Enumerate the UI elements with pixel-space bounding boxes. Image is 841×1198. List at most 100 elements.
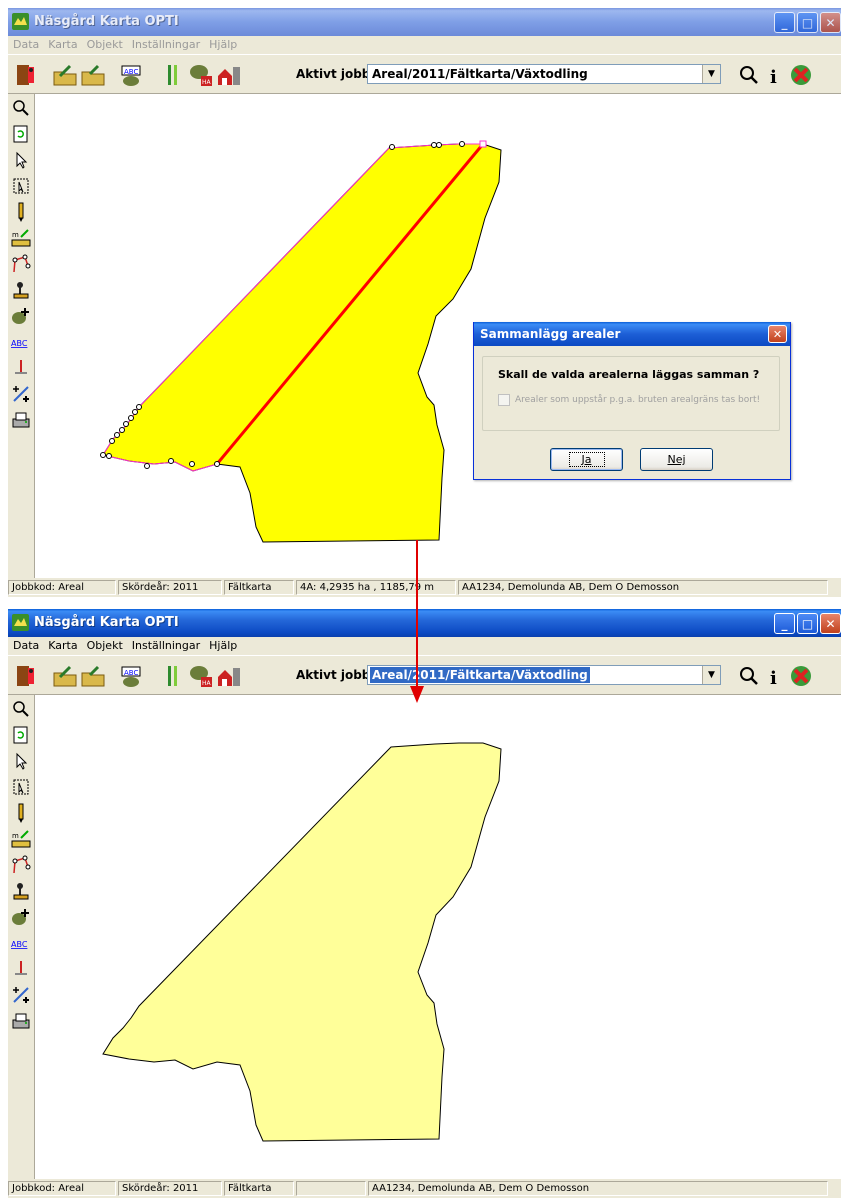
abc-text-icon[interactable]: ABC <box>11 332 31 352</box>
field-area-merged[interactable] <box>102 742 502 1142</box>
checkbox-label: Arealer som uppstår p.g.a. bruten arealg… <box>515 395 761 405</box>
export-icon[interactable] <box>80 62 106 88</box>
window-title: Näsgård Karta OPTI <box>34 14 179 29</box>
svg-text:m: m <box>12 231 19 239</box>
field-area-selected[interactable] <box>102 143 502 543</box>
info-icon[interactable]: i <box>762 62 788 88</box>
crop-icon[interactable] <box>160 663 186 689</box>
split-add-icon[interactable] <box>11 985 31 1005</box>
exit-icon[interactable] <box>14 62 40 88</box>
dialog-title-bar[interactable]: Sammanlägg arealer ✕ <box>474 322 790 346</box>
dropdown-arrow-icon[interactable]: ▼ <box>702 65 720 83</box>
end-vertex-marker[interactable] <box>479 140 487 148</box>
close-icon[interactable]: ✕ <box>820 613 841 634</box>
checkbox-icon[interactable] <box>498 394 510 406</box>
status-jobcode: Jobbkod: Areal <box>8 580 116 595</box>
app-window-after: Näsgård Karta OPTI _ □ ✕ Data Karta Objekt… <box>8 609 841 1198</box>
active-job-value: Areal/2011/Fältkarta/Växtodling <box>370 667 590 683</box>
joystick-icon[interactable] <box>11 280 31 300</box>
area-ha-icon[interactable]: HA <box>188 62 214 88</box>
pointer-icon[interactable] <box>11 751 31 771</box>
measure-icon[interactable]: m <box>11 228 31 248</box>
import-icon[interactable] <box>52 663 78 689</box>
close-icon[interactable]: ✕ <box>820 12 841 33</box>
joystick-icon[interactable] <box>11 881 31 901</box>
split-add-icon[interactable] <box>11 384 31 404</box>
exit-icon[interactable] <box>14 663 40 689</box>
dialog-close-icon[interactable]: ✕ <box>768 325 787 343</box>
area-ha-icon[interactable]: HA <box>188 663 214 689</box>
minimize-icon[interactable]: _ <box>774 613 795 634</box>
no-button-label: Nej <box>667 453 686 466</box>
no-button[interactable]: Nej <box>640 448 713 471</box>
search-icon[interactable] <box>736 663 762 689</box>
title-bar[interactable]: Näsgård Karta OPTI _ □ ✕ <box>8 609 841 637</box>
print-icon[interactable] <box>11 1011 31 1031</box>
main-toolbar: ABC HA Aktivt jobb Areal/2011/Fältkarta/… <box>8 655 841 695</box>
pointer-icon[interactable] <box>11 150 31 170</box>
app-logo-icon <box>12 614 29 631</box>
menu-hjalp[interactable]: Hjälp <box>204 36 241 51</box>
print-icon[interactable] <box>11 410 31 430</box>
abc-text-icon[interactable]: ABC <box>11 933 31 953</box>
node-edit-icon[interactable] <box>11 254 31 274</box>
status-area-info: 4A: 4,2935 ha , 1185,79 m <box>296 580 456 595</box>
remove-areas-checkbox[interactable]: Arealer som uppstår p.g.a. bruten arealg… <box>498 394 760 406</box>
refresh-icon[interactable] <box>11 725 31 745</box>
pencil-icon[interactable] <box>11 803 31 823</box>
measure-icon[interactable]: m <box>11 829 31 849</box>
pencil-icon[interactable] <box>11 202 31 222</box>
maximize-icon[interactable]: □ <box>797 12 818 33</box>
abc-map-icon[interactable]: ABC <box>118 663 144 689</box>
menu-hjalp[interactable]: Hjälp <box>204 637 241 652</box>
add-area-icon[interactable] <box>11 907 31 927</box>
svg-text:ABC: ABC <box>11 940 28 949</box>
farm-icon[interactable] <box>216 663 242 689</box>
minimize-icon[interactable]: _ <box>774 12 795 33</box>
active-job-select[interactable]: Areal/2011/Fältkarta/Växtodling ▼ <box>367 665 721 685</box>
import-icon[interactable] <box>52 62 78 88</box>
marker-icon[interactable] <box>11 358 31 378</box>
close-job-icon[interactable] <box>788 663 814 689</box>
main-toolbar: ABC HA Aktivt jobb Areal/2011/Fältkarta/… <box>8 54 841 94</box>
map-canvas[interactable]: Sammanlägg arealer ✕ Skall de valda area… <box>35 94 841 578</box>
menu-data[interactable]: Data <box>8 36 43 51</box>
status-customer: AA1234, Demolunda AB, Dem O Demosson <box>458 580 828 595</box>
close-job-icon[interactable] <box>788 62 814 88</box>
zoom-icon[interactable] <box>11 98 31 118</box>
zoom-icon[interactable] <box>11 699 31 719</box>
crop-icon[interactable] <box>160 62 186 88</box>
marker-icon[interactable] <box>11 959 31 979</box>
menu-installningar[interactable]: Inställningar <box>127 36 204 51</box>
dialog-question: Skall de valda arealerna läggas samman ? <box>498 368 760 381</box>
refresh-icon[interactable] <box>11 124 31 144</box>
abc-map-icon[interactable]: ABC <box>118 62 144 88</box>
status-harvest-year: Skördeår: 2011 <box>118 580 222 595</box>
yes-button[interactable]: Ja <box>550 448 623 471</box>
menu-objekt[interactable]: Objekt <box>82 637 127 652</box>
active-job-select[interactable]: Areal/2011/Fältkarta/Växtodling ▼ <box>367 64 721 84</box>
info-icon[interactable]: i <box>762 663 788 689</box>
map-canvas[interactable] <box>35 695 841 1179</box>
menu-installningar[interactable]: Inställningar <box>127 637 204 652</box>
menu-karta[interactable]: Karta <box>43 637 81 652</box>
tool-sidebar: m ABC <box>8 695 35 1179</box>
farm-icon[interactable] <box>216 62 242 88</box>
export-icon[interactable] <box>80 663 106 689</box>
select-area-icon[interactable] <box>11 777 31 797</box>
title-bar[interactable]: Näsgård Karta OPTI _ □ ✕ <box>8 8 841 36</box>
menu-data[interactable]: Data <box>8 637 43 652</box>
select-area-icon[interactable] <box>11 176 31 196</box>
menu-karta[interactable]: Karta <box>43 36 81 51</box>
svg-text:HA: HA <box>202 680 212 687</box>
svg-text:ABC: ABC <box>124 669 138 677</box>
active-job-value: Areal/2011/Fältkarta/Växtodling <box>372 67 588 81</box>
add-area-icon[interactable] <box>11 306 31 326</box>
node-edit-icon[interactable] <box>11 855 31 875</box>
search-icon[interactable] <box>736 62 762 88</box>
menu-objekt[interactable]: Objekt <box>82 36 127 51</box>
dropdown-arrow-icon[interactable]: ▼ <box>702 666 720 684</box>
map-drawing <box>102 742 502 1142</box>
maximize-icon[interactable]: □ <box>797 613 818 634</box>
active-job-label: Aktivt jobb <box>296 67 371 81</box>
